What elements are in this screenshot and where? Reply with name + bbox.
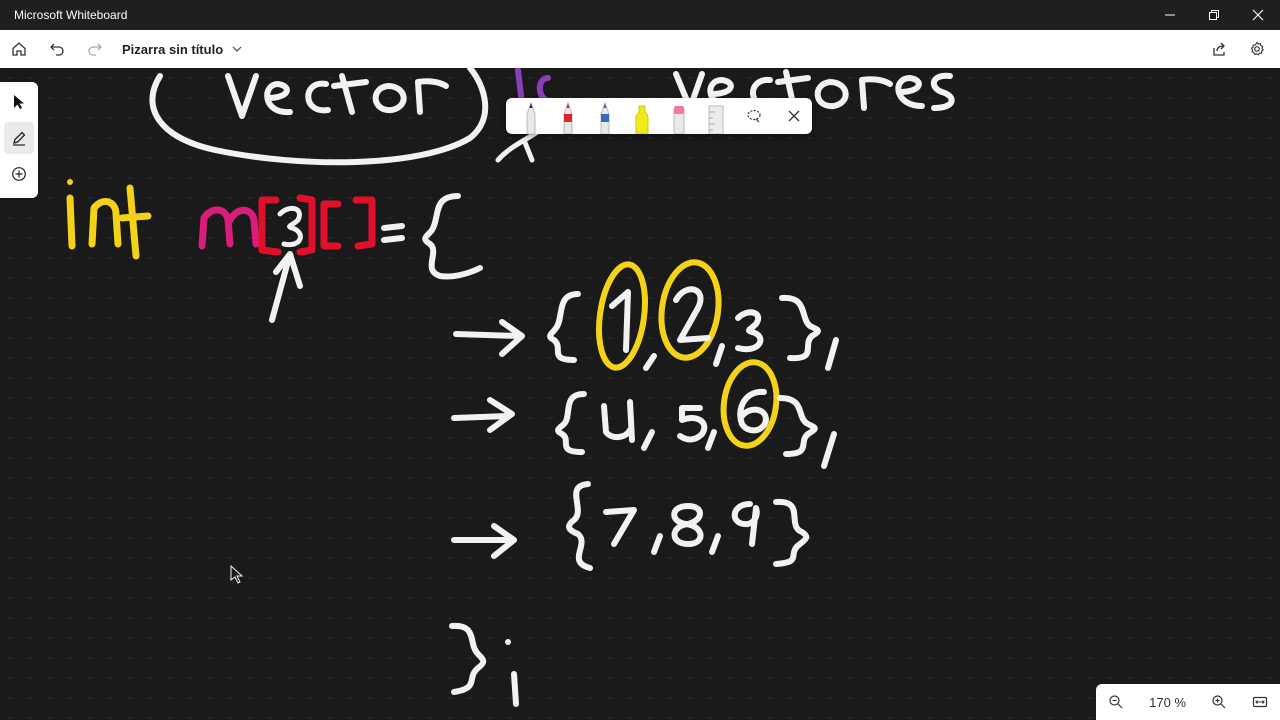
zoom-in-icon[interactable] [1211,694,1227,710]
chevron-down-icon [232,46,242,52]
tool-rail [0,82,38,198]
pen-tray [506,98,812,134]
zoom-level: 170 % [1149,694,1187,710]
undo-icon [50,43,64,56]
lasso-icon [747,109,761,123]
eraser[interactable] [662,98,695,134]
blue-pen[interactable] [588,98,621,134]
black-pen[interactable] [514,98,547,134]
select-tool-button[interactable] [4,86,34,118]
eraser-icon [673,106,684,134]
zoom-out-icon[interactable] [1108,694,1124,710]
pointer-icon [14,95,24,109]
zoom-controls: 170 % [1096,684,1280,720]
yellow-highlighter[interactable] [625,98,658,134]
redo-icon [88,43,102,56]
home-button[interactable] [0,30,38,68]
close-tray-button[interactable] [776,98,812,134]
share-icon [1213,42,1225,56]
plus-circle-icon [12,167,26,181]
mouse-cursor-icon [230,565,244,584]
minimize-icon [1165,14,1175,16]
highlighter-icon [635,105,648,134]
document-title: Pizarra sin título [122,41,224,57]
home-icon [12,42,26,56]
fit-screen-icon[interactable] [1252,694,1268,710]
share-button[interactable] [1200,30,1238,68]
close-icon [1252,9,1264,21]
undo-button[interactable] [38,30,76,68]
close-icon [788,110,800,122]
ink-drawing [66,68,955,707]
gear-icon [1250,41,1264,56]
blue-pen-icon [600,101,609,134]
pen-icon [13,131,26,146]
pen-tool-button[interactable] [4,122,34,154]
window-title: Microsoft Whiteboard [14,8,128,22]
red-pen-icon [563,101,572,134]
settings-button[interactable] [1238,30,1276,68]
ruler[interactable] [699,98,732,134]
restore-icon [1209,10,1219,20]
whiteboard-canvas[interactable] [0,68,1280,720]
ruler-icon [708,105,723,134]
add-content-button[interactable] [4,158,34,190]
redo-button[interactable] [76,30,114,68]
restore-button[interactable] [1192,0,1236,30]
title-bar: Microsoft Whiteboard [0,0,1280,30]
red-pen[interactable] [551,98,584,134]
window-controls [1148,0,1280,30]
minimize-button[interactable] [1148,0,1192,30]
app-toolbar: Pizarra sin título [0,30,1280,69]
black-pen-icon [526,101,535,134]
document-title-menu[interactable]: Pizarra sin título [122,42,243,57]
close-window-button[interactable] [1236,0,1280,30]
lasso-button[interactable] [736,98,772,134]
